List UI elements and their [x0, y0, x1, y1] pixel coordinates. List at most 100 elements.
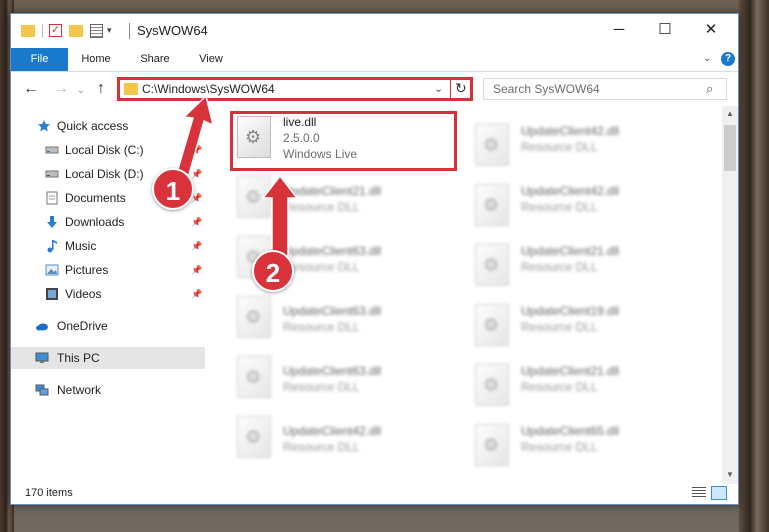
file-name: UpdateClient42.dll — [283, 424, 382, 438]
dll-file-icon — [475, 364, 509, 406]
back-button[interactable]: ← — [23, 80, 39, 98]
file-name: UpdateClient63.dll — [283, 304, 382, 318]
file-version: 2.5.0.0 — [283, 131, 320, 145]
cloud-icon — [36, 323, 48, 331]
file-name: UpdateClient21.dll — [283, 184, 382, 198]
file-name: UpdateClient65.dll — [521, 424, 620, 438]
search-placeholder[interactable]: Search SysWOW64 — [493, 82, 600, 96]
sidebar-item-this-pc[interactable]: This PC — [11, 347, 205, 369]
sidebar-item-label: Local Disk (C:) — [65, 143, 144, 157]
details-view-icon[interactable] — [692, 487, 706, 499]
maximize-button[interactable]: ☐ — [642, 14, 688, 45]
refresh-icon[interactable]: ↻ — [455, 80, 467, 97]
search-icon[interactable]: ⌕ — [706, 81, 713, 97]
expand-ribbon-chevron-icon[interactable]: ⌄ — [703, 53, 711, 64]
file-item[interactable]: UpdateClient42.dll Resource DLL — [473, 180, 701, 232]
file-item-live-dll[interactable]: live.dll 2.5.0.0 Windows Live — [235, 112, 463, 164]
file-description: Resource DLL — [521, 140, 598, 154]
dll-file-icon — [475, 304, 509, 346]
sidebar-item-label: Quick access — [57, 119, 129, 133]
properties-check-icon[interactable]: ✓ — [49, 24, 62, 37]
file-item[interactable]: UpdateClient65.dll Resource DLL — [473, 420, 701, 472]
file-explorer-window: ✓ ▾ SysWOW64 ─ ☐ ✕ File Home Share View … — [10, 13, 739, 505]
address-dropdown-chevron-icon[interactable]: ⌄ — [434, 82, 443, 95]
dll-file-icon — [475, 124, 509, 166]
sidebar-item-label: This PC — [57, 351, 100, 365]
dll-file-icon — [237, 416, 271, 458]
search-input[interactable]: Search SysWOW64 ⌕ — [483, 78, 727, 100]
new-folder-icon[interactable] — [69, 25, 83, 37]
forward-button[interactable]: → — [53, 80, 69, 98]
file-name: UpdateClient21.dll — [521, 364, 620, 378]
properties-icon[interactable] — [90, 24, 103, 38]
file-name: UpdateClient21.dll — [521, 244, 620, 258]
file-name: UpdateClient63.dll — [283, 364, 382, 378]
status-bar: 170 items — [11, 484, 738, 504]
sidebar-item-network[interactable]: Network — [11, 379, 205, 401]
file-description: Resource DLL — [521, 200, 598, 214]
file-description: Windows Live — [283, 147, 358, 161]
close-button[interactable]: ✕ — [688, 14, 734, 45]
sidebar-item-onedrive[interactable]: OneDrive — [11, 315, 205, 337]
file-item[interactable]: UpdateClient21.dll Resource DLL — [473, 360, 701, 412]
dll-file-icon — [237, 296, 271, 338]
help-icon[interactable]: ? — [721, 52, 735, 66]
address-bar[interactable]: C:\Windows\SysWOW64 ⌄ ↻ — [117, 77, 473, 101]
tab-file[interactable]: File — [11, 48, 68, 71]
sidebar-item-label: Videos — [65, 287, 102, 301]
file-item[interactable]: UpdateClient42.dll Resource DLL — [235, 412, 463, 464]
sidebar-item-local-disk-c[interactable]: Local Disk (C:) 📌 — [11, 139, 205, 161]
vertical-scrollbar[interactable]: ▲ ▼ — [722, 106, 738, 484]
scroll-up-arrow-icon[interactable]: ▲ — [726, 109, 734, 118]
sidebar-item-quick-access[interactable]: Quick access — [11, 115, 205, 137]
tab-share[interactable]: Share — [130, 48, 180, 71]
title-bar: ✓ ▾ SysWOW64 ─ ☐ ✕ — [11, 14, 738, 48]
pin-icon: 📌 — [191, 145, 203, 155]
address-path[interactable]: C:\Windows\SysWOW64 — [142, 82, 275, 96]
recent-locations-chevron-icon[interactable]: ⌄ — [77, 85, 85, 96]
sidebar-item-label: OneDrive — [57, 319, 108, 333]
ribbon-tabs: File Home Share View ⌄ ? — [11, 48, 738, 72]
pictures-icon — [45, 264, 59, 276]
sidebar-item-downloads[interactable]: Downloads 📌 — [11, 211, 205, 233]
address-separator — [450, 77, 451, 101]
sidebar-item-music[interactable]: Music 📌 — [11, 235, 205, 257]
file-name: UpdateClient63.dll — [283, 244, 382, 258]
dll-file-icon — [475, 184, 509, 226]
scroll-down-arrow-icon[interactable]: ▼ — [726, 470, 734, 479]
network-icon — [35, 384, 49, 396]
video-icon — [46, 288, 58, 300]
window-title: SysWOW64 — [137, 23, 208, 38]
file-description: Resource DLL — [521, 380, 598, 394]
item-count: 170 items — [25, 487, 73, 499]
file-description: Resource DLL — [283, 440, 360, 454]
drive-icon — [45, 170, 59, 178]
sidebar-item-videos[interactable]: Videos 📌 — [11, 283, 205, 305]
folder-icon — [21, 25, 35, 37]
file-list: live.dll 2.5.0.0 Windows Live UpdateClie… — [221, 106, 721, 484]
tab-home[interactable]: Home — [73, 48, 119, 71]
file-item[interactable]: UpdateClient21.dll Resource DLL — [235, 172, 463, 224]
music-icon — [47, 240, 57, 253]
file-name: UpdateClient42.dll — [521, 124, 620, 138]
dll-file-icon — [237, 116, 271, 158]
minimize-button[interactable]: ─ — [596, 14, 642, 45]
file-item[interactable]: UpdateClient42.dll Resource DLL — [473, 120, 701, 172]
download-icon — [47, 216, 57, 228]
file-item[interactable]: UpdateClient63.dll Resource DLL — [235, 352, 463, 404]
large-icons-view-icon[interactable] — [711, 486, 727, 500]
up-button[interactable]: ↑ — [97, 80, 105, 98]
file-item[interactable]: UpdateClient21.dll Resource DLL — [473, 240, 701, 292]
sidebar-item-pictures[interactable]: Pictures 📌 — [11, 259, 205, 281]
folder-icon — [124, 83, 138, 95]
pin-icon: 📌 — [191, 289, 203, 299]
scrollbar-thumb[interactable] — [724, 125, 736, 171]
file-item[interactable]: UpdateClient19.dll Resource DLL — [473, 300, 701, 352]
drive-icon — [45, 146, 59, 154]
file-name: live.dll — [283, 115, 317, 129]
file-item[interactable]: UpdateClient63.dll Resource DLL — [235, 292, 463, 344]
customize-toolbar-chevron-icon[interactable]: ▾ — [107, 25, 112, 41]
file-name: UpdateClient42.dll — [521, 184, 620, 198]
tab-view[interactable]: View — [189, 48, 233, 71]
dll-file-icon — [475, 424, 509, 466]
